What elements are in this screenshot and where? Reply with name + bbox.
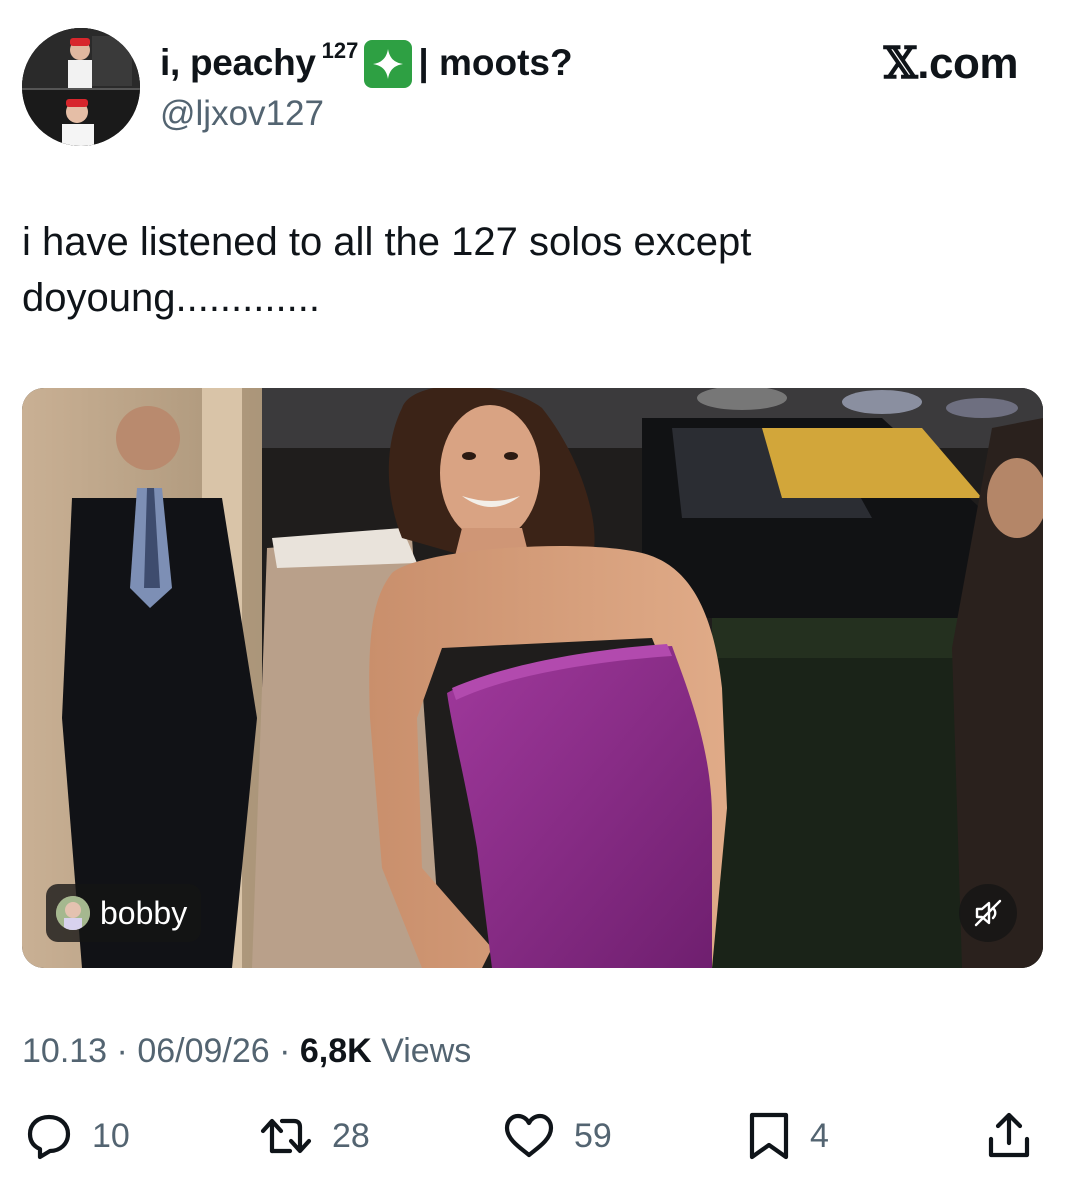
avatar-image — [22, 28, 140, 146]
views-label: Views — [381, 1032, 472, 1070]
like-count: 59 — [574, 1116, 612, 1155]
bookmark-count: 4 — [810, 1116, 829, 1155]
user-tag-label: bobby — [100, 895, 188, 931]
tweet-meta: 10.13 · 06/09/26 · 6,8K Views — [22, 1028, 471, 1074]
author-display-name[interactable]: i, peachy — [160, 36, 316, 90]
repost-icon — [260, 1118, 312, 1154]
author-handle[interactable]: @ljxov127 — [160, 92, 324, 136]
user-tag[interactable]: bobby — [46, 884, 202, 942]
speaker-muted-icon — [974, 899, 1002, 927]
tweet-time[interactable]: 10.13 — [22, 1032, 107, 1070]
video-frame — [22, 388, 1043, 968]
repost-count: 28 — [332, 1116, 370, 1155]
repost-button[interactable]: 28 — [258, 1108, 370, 1164]
site-logo: 𝕏.com — [883, 38, 1019, 90]
share-button[interactable] — [984, 1108, 1034, 1164]
sparkle-icon — [364, 40, 413, 88]
reply-count: 10 — [92, 1116, 130, 1155]
author-name-row[interactable]: i, peachy 127 | moots? — [160, 36, 573, 88]
author-display-name-superscript: 127 — [321, 38, 359, 63]
user-tag-avatar — [56, 896, 90, 930]
bookmark-icon — [749, 1112, 789, 1160]
share-icon — [988, 1112, 1030, 1158]
bookmark-button[interactable]: 4 — [746, 1108, 829, 1164]
x-logo-icon: 𝕏 — [883, 38, 918, 89]
tweet-date[interactable]: 06/09/26 — [137, 1032, 269, 1070]
reply-icon — [27, 1114, 71, 1160]
author-display-name-suffix: | moots? — [418, 42, 573, 83]
reply-button[interactable]: 10 — [24, 1108, 130, 1164]
meta-separator: · — [107, 1032, 138, 1070]
video-player[interactable]: bobby — [22, 388, 1043, 968]
heart-icon — [504, 1113, 554, 1158]
site-logo-text: .com — [917, 39, 1018, 88]
author-avatar[interactable] — [22, 28, 140, 146]
views-count: 6,8K — [299, 1032, 372, 1070]
mute-button[interactable] — [959, 884, 1017, 942]
meta-separator: · — [269, 1032, 300, 1070]
tweet-text: i have listened to all the 127 solos exc… — [22, 220, 752, 320]
like-button[interactable]: 59 — [502, 1108, 612, 1164]
